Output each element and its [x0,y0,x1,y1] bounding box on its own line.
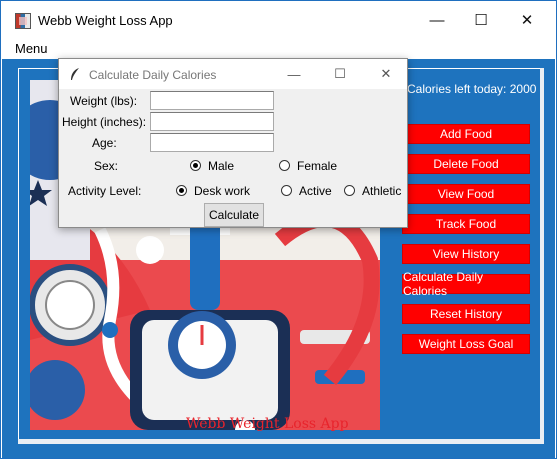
reset-history-button[interactable]: Reset History [402,304,530,324]
dialog-close-button[interactable]: ✕ [363,59,409,89]
activity-athletic-label[interactable]: Athletic [362,184,401,198]
client-border-right [540,68,544,444]
weight-field[interactable] [150,91,274,110]
calculate-calories-dialog: Calculate Daily Calories — ☐ ✕ Weight (l… [58,58,408,228]
weight-label: Weight (lbs): [70,94,138,108]
sex-male-label[interactable]: Male [208,159,234,173]
illustration-caption: Webb Weight Loss App [186,416,349,432]
sex-label: Sex: [94,159,119,173]
calculate-daily-calories-button[interactable]: Calculate Daily Calories [402,270,530,298]
activity-active-label[interactable]: Active [299,184,332,198]
feather-icon [69,67,81,84]
maximize-button[interactable]: ☐ [458,1,504,39]
dialog-title-bar[interactable]: Calculate Daily Calories — ☐ ✕ [59,59,407,89]
activity-desk-work-label[interactable]: Desk work [194,184,250,198]
minimize-button[interactable]: — [414,1,460,39]
menu-item-menu[interactable]: Menu [15,41,48,56]
title-bar[interactable]: Webb Weight Loss App — ☐ ✕ [1,1,556,39]
age-field[interactable] [150,133,274,152]
view-food-button[interactable]: View Food [402,184,530,204]
calculate-button[interactable]: Calculate [204,203,264,227]
sex-male-radio[interactable] [190,160,201,171]
dialog-title: Calculate Daily Calories [89,68,217,82]
activity-level-label: Activity Level: [68,184,142,198]
height-field[interactable] [150,112,274,131]
weight-loss-goal-button[interactable]: Weight Loss Goal [402,334,530,354]
activity-active-radio[interactable] [281,185,292,196]
height-label: Height (inches): [62,115,147,129]
sex-female-radio[interactable] [279,160,290,171]
app-icon [15,13,31,29]
sex-female-label[interactable]: Female [297,159,337,173]
activity-athletic-radio[interactable] [344,185,355,196]
window-title: Webb Weight Loss App [38,13,173,28]
add-food-button[interactable]: Add Food [402,124,530,144]
delete-food-button[interactable]: Delete Food [402,154,530,174]
menu-bar: Menu [1,39,556,59]
track-food-button[interactable]: Track Food [402,214,530,234]
dialog-maximize-button[interactable]: ☐ [317,59,363,89]
dialog-minimize-button[interactable]: — [271,59,317,89]
calories-left-label: Calories left today: 2000 [407,82,537,96]
activity-desk-work-radio[interactable] [176,185,187,196]
view-history-button[interactable]: View History [402,244,530,264]
client-border-bottom [18,439,540,444]
close-button[interactable]: ✕ [504,1,550,39]
age-label: Age: [92,136,117,150]
